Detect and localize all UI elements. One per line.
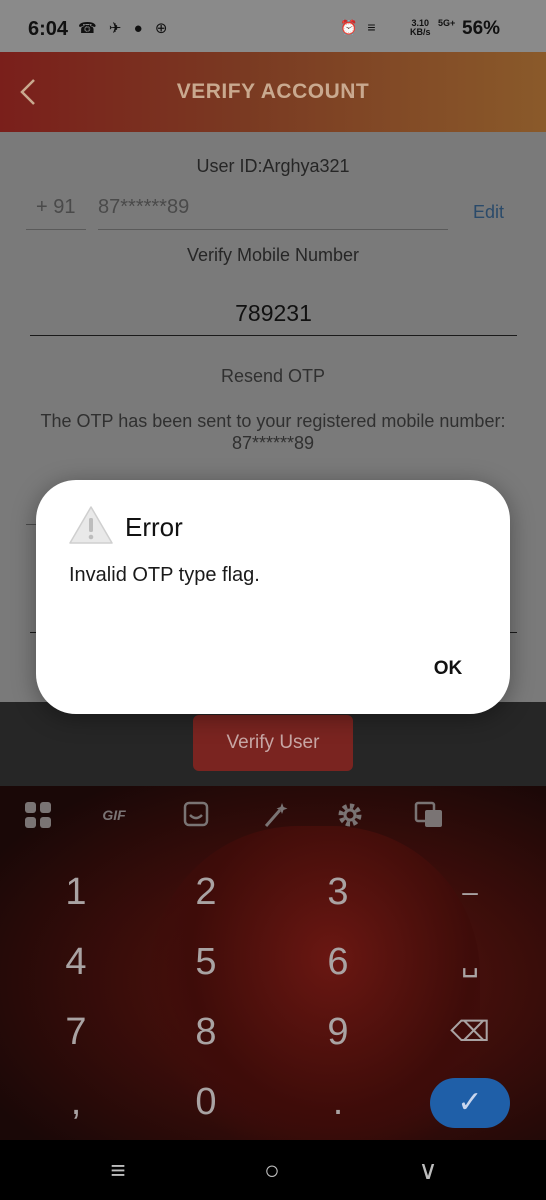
- otp-input[interactable]: 789231: [30, 300, 517, 336]
- country-code-field[interactable]: + 91: [26, 196, 86, 230]
- key-9[interactable]: 9: [298, 1002, 378, 1062]
- network-speed: 3.10 KB/s: [410, 19, 431, 37]
- key-4[interactable]: 4: [36, 932, 116, 992]
- status-time: 6:04: [28, 18, 69, 40]
- dialog-title: Error: [125, 512, 183, 542]
- key-minus[interactable]: –: [430, 862, 510, 922]
- key-comma[interactable]: ,: [36, 1072, 116, 1132]
- key-0[interactable]: 0: [166, 1072, 246, 1132]
- page-title: VERIFY ACCOUNT: [176, 80, 370, 103]
- key-3[interactable]: 3: [298, 862, 378, 922]
- verify-user-button[interactable]: Verify User: [193, 715, 353, 771]
- keyboard: GIF 1 2 3 – 4 5 6 ␣ 7 8 9 ⌫ , 0 . ✓: [0, 786, 546, 1140]
- app-header: VERIFY ACCOUNT: [0, 52, 546, 132]
- phone-number-field[interactable]: 87******89: [98, 196, 448, 230]
- sticker-icon[interactable]: [180, 800, 212, 830]
- resend-otp-link[interactable]: Resend OTP: [0, 366, 546, 387]
- key-1[interactable]: 1: [36, 862, 116, 922]
- status-bar: 6:04 ☎ ✈ ● ⊕ ⏰ ≡ 3.10 KB/s 5G+ 56%: [0, 0, 546, 52]
- key-8[interactable]: 8: [166, 1002, 246, 1062]
- system-nav-bar: ≡ ○ ∨: [0, 1140, 546, 1200]
- battery-percent: 56%: [462, 18, 501, 39]
- warning-triangle-icon: [68, 504, 114, 546]
- otp-note-text: The OTP has been sent to your registered…: [40, 411, 506, 431]
- ok-button[interactable]: OK: [426, 658, 470, 684]
- error-dialog: Error Invalid OTP type flag. OK: [36, 480, 510, 714]
- key-7[interactable]: 7: [36, 1002, 116, 1062]
- nav-back-button[interactable]: ∨: [408, 1152, 448, 1188]
- edit-link[interactable]: Edit: [473, 202, 504, 223]
- key-space[interactable]: ␣: [430, 932, 510, 992]
- recents-button[interactable]: ≡: [98, 1152, 138, 1188]
- key-2[interactable]: 2: [166, 862, 246, 922]
- apps-grid-icon[interactable]: [22, 800, 54, 830]
- lower-strip: Verify User: [0, 702, 546, 786]
- key-6[interactable]: 6: [298, 932, 378, 992]
- signal-icon: 5G+: [438, 18, 456, 28]
- dialog-message: Invalid OTP type flag.: [69, 564, 260, 586]
- key-5[interactable]: 5: [166, 932, 246, 992]
- otp-note-number: 87******89: [231, 433, 315, 453]
- gif-icon[interactable]: GIF: [98, 800, 130, 830]
- magic-wand-icon[interactable]: [258, 800, 290, 830]
- home-button[interactable]: ○: [252, 1152, 292, 1188]
- net-speed-unit: KB/s: [410, 27, 431, 37]
- keyboard-toolbar: GIF: [0, 786, 546, 844]
- enter-key[interactable]: ✓: [430, 1078, 510, 1128]
- user-id-label: User ID:Arghya321: [196, 156, 350, 176]
- gear-icon[interactable]: [334, 800, 366, 830]
- key-backspace[interactable]: ⌫: [430, 1002, 510, 1062]
- notification-icons: ☎ ✈ ● ⊕: [78, 20, 172, 37]
- verify-mobile-label: Verify Mobile Number: [186, 245, 360, 265]
- alarm-vibrate-icons: ⏰ ≡: [340, 19, 379, 35]
- otp-sent-note: The OTP has been sent to your registered…: [10, 410, 536, 454]
- translate-icon[interactable]: [413, 800, 445, 830]
- key-period[interactable]: .: [298, 1072, 378, 1132]
